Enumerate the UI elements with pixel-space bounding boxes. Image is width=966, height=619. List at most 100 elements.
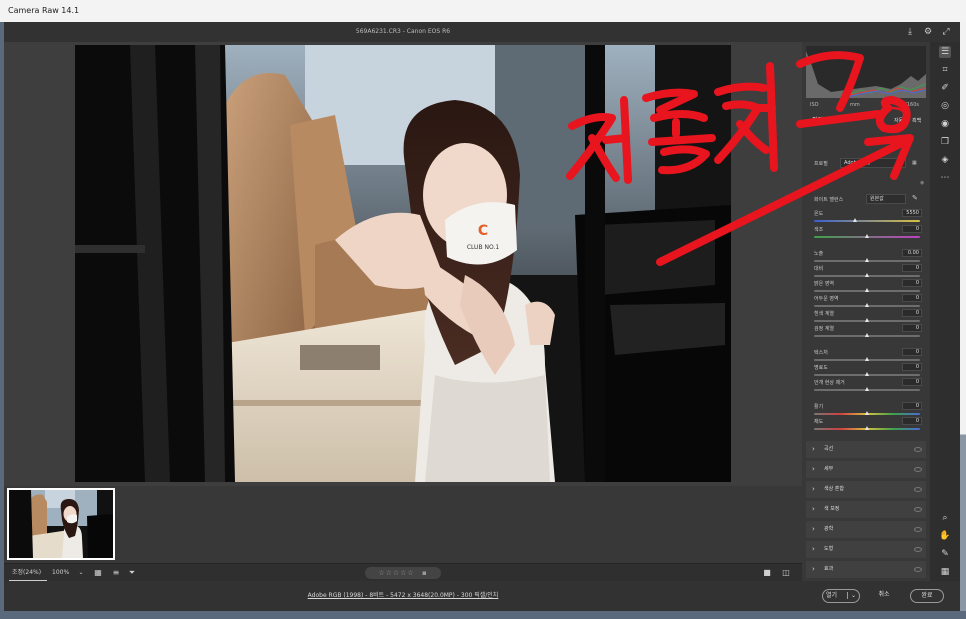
eye-icon[interactable] (914, 507, 922, 512)
blacks-value[interactable]: 0 (902, 324, 922, 332)
edit-tab-label: 편집 (812, 117, 824, 124)
workflow-options-link[interactable]: Adobe RGB (1998) - 8비트 - 5472 x 3648(20.… (4, 581, 802, 611)
clarity-value[interactable]: 0 (902, 363, 922, 371)
tint-value[interactable]: 0 (902, 225, 922, 233)
zoom-icon[interactable]: ⌕ (939, 512, 951, 524)
saturation-value[interactable]: 0 (902, 417, 922, 425)
sort-icon[interactable]: ≡ (110, 567, 122, 579)
reject-icon[interactable]: ▪ (422, 569, 428, 577)
fullscreen-icon[interactable]: ⤢ (940, 26, 952, 38)
profile-label: 프로필 (814, 161, 828, 167)
filter-icon[interactable]: ⏷ (126, 567, 138, 579)
healing-brush-icon[interactable]: ✐ (939, 82, 951, 94)
dehaze-value[interactable]: 0 (902, 378, 922, 386)
grid-icon[interactable]: ▦ (939, 566, 951, 578)
highlights-slider[interactable] (814, 288, 920, 292)
tool-strip: ☰ ⌗ ✐ ◎ ◉ ❐ ◈ ⋯ ⌕ ✋ ✎ ▦ (930, 42, 960, 581)
snapshots-icon[interactable]: ❐ (939, 136, 951, 148)
texture-value[interactable]: 0 (902, 348, 922, 356)
shadows-value[interactable]: 0 (902, 294, 922, 302)
vibrance-value[interactable]: 0 (902, 402, 922, 410)
clarity-slider-handle[interactable] (865, 372, 869, 376)
saturation-slider-handle[interactable] (865, 426, 869, 430)
texture-slider-handle[interactable] (865, 357, 869, 361)
shadows-label: 어두운 영역 (814, 296, 839, 302)
section-curve[interactable]: › 곡선 (806, 441, 926, 458)
filmstrip-thumbnail[interactable] (7, 488, 115, 560)
cancel-button[interactable]: 취소 (872, 589, 896, 603)
profile-browser-icon[interactable]: ▦ (912, 160, 917, 166)
window-title: Camera Raw 14.1 (8, 6, 80, 15)
section-effects[interactable]: › 효과 (806, 561, 926, 578)
texture-slider[interactable] (814, 357, 920, 361)
done-button[interactable]: 완료 (910, 589, 944, 603)
eye-icon[interactable] (914, 447, 922, 452)
section-detail[interactable]: › 세부 (806, 461, 926, 478)
white-balance-dropdown[interactable]: 원본값 (866, 194, 906, 204)
zoom-percent-option[interactable]: 100% (52, 564, 69, 582)
masking-icon[interactable]: ◎ (939, 100, 951, 112)
eye-icon[interactable] (914, 567, 922, 572)
contrast-slider[interactable] (814, 273, 920, 277)
tint-slider[interactable] (814, 234, 920, 238)
chevron-down-icon[interactable]: ⌄ (846, 592, 856, 599)
dehaze-label: 안개 현상 제거 (814, 380, 845, 386)
highlights-slider-handle[interactable] (865, 288, 869, 292)
shadows-slider-handle[interactable] (865, 303, 869, 307)
vibrance-slider-handle[interactable] (865, 411, 869, 415)
presets-icon[interactable]: ◈ (939, 154, 951, 166)
section-color-mixer[interactable]: › 색상 혼합 (806, 481, 926, 498)
saturation-slider[interactable] (814, 426, 920, 430)
tint-slider-handle[interactable] (865, 234, 869, 238)
crop-icon[interactable]: ⌗ (939, 64, 951, 76)
eye-icon[interactable] (914, 527, 922, 532)
before-after-icon[interactable]: ◫ (780, 567, 792, 579)
eye-icon[interactable] (914, 467, 922, 472)
blacks-slider-handle[interactable] (865, 333, 869, 337)
chevron-right-icon: › (812, 565, 815, 573)
zoom-dropdown-icon[interactable]: ⌄ (75, 567, 87, 579)
whites-value[interactable]: 0 (902, 309, 922, 317)
highlights-value[interactable]: 0 (902, 279, 922, 287)
temperature-slider[interactable] (814, 218, 920, 222)
eye-icon[interactable] (914, 487, 922, 492)
hand-icon[interactable]: ✋ (939, 530, 951, 542)
open-button[interactable]: 열기 ⌄ (822, 589, 860, 603)
profile-dropdown[interactable]: Adobe 색상 (840, 158, 906, 168)
single-view-icon[interactable]: ■ (761, 567, 773, 579)
color-sampler-icon[interactable]: ✎ (939, 548, 951, 560)
blacks-slider[interactable] (814, 333, 920, 337)
exposure-slider-handle[interactable] (865, 258, 869, 262)
contrast-value[interactable]: 0 (902, 264, 922, 272)
eyedropper-icon[interactable]: ✎ (912, 194, 918, 202)
temperature-value[interactable]: 5550 (902, 209, 922, 217)
exposure-value[interactable]: 0.00 (902, 249, 922, 257)
rating-stars[interactable]: ☆☆☆☆☆ (378, 569, 414, 577)
section-optics[interactable]: › 광학 (806, 521, 926, 538)
edit-sliders-icon[interactable]: ☰ (939, 46, 951, 58)
section-color-grading[interactable]: › 색 보정 (806, 501, 926, 518)
whites-slider-handle[interactable] (865, 318, 869, 322)
basic-eye-icon[interactable]: ◉ (920, 180, 924, 186)
whites-slider[interactable] (814, 318, 920, 322)
clarity-slider[interactable] (814, 372, 920, 376)
exposure-slider[interactable] (814, 258, 920, 262)
shadows-slider[interactable] (814, 303, 920, 307)
contrast-slider-handle[interactable] (865, 273, 869, 277)
dehaze-slider-handle[interactable] (865, 387, 869, 391)
dehaze-slider[interactable] (814, 387, 920, 391)
temperature-slider-handle[interactable] (853, 218, 857, 222)
vibrance-slider[interactable] (814, 411, 920, 415)
filmstrip-toggle-icon[interactable]: ▦ (92, 567, 104, 579)
more-icon[interactable]: ⋯ (939, 172, 951, 184)
star-rating[interactable]: ☆☆☆☆☆ ▪ (365, 567, 441, 579)
gear-icon[interactable]: ⚙ (922, 26, 934, 38)
whites-label: 흰색 계열 (814, 311, 834, 317)
save-icon[interactable]: ⤓ (904, 26, 916, 38)
section-geometry[interactable]: › 도형 (806, 541, 926, 558)
black-white-button[interactable]: 흑백 (908, 115, 925, 127)
open-button-label[interactable]: 열기 (826, 592, 837, 599)
auto-button[interactable]: 자동 (890, 115, 907, 127)
red-eye-icon[interactable]: ◉ (939, 118, 951, 130)
eye-icon[interactable] (914, 547, 922, 552)
